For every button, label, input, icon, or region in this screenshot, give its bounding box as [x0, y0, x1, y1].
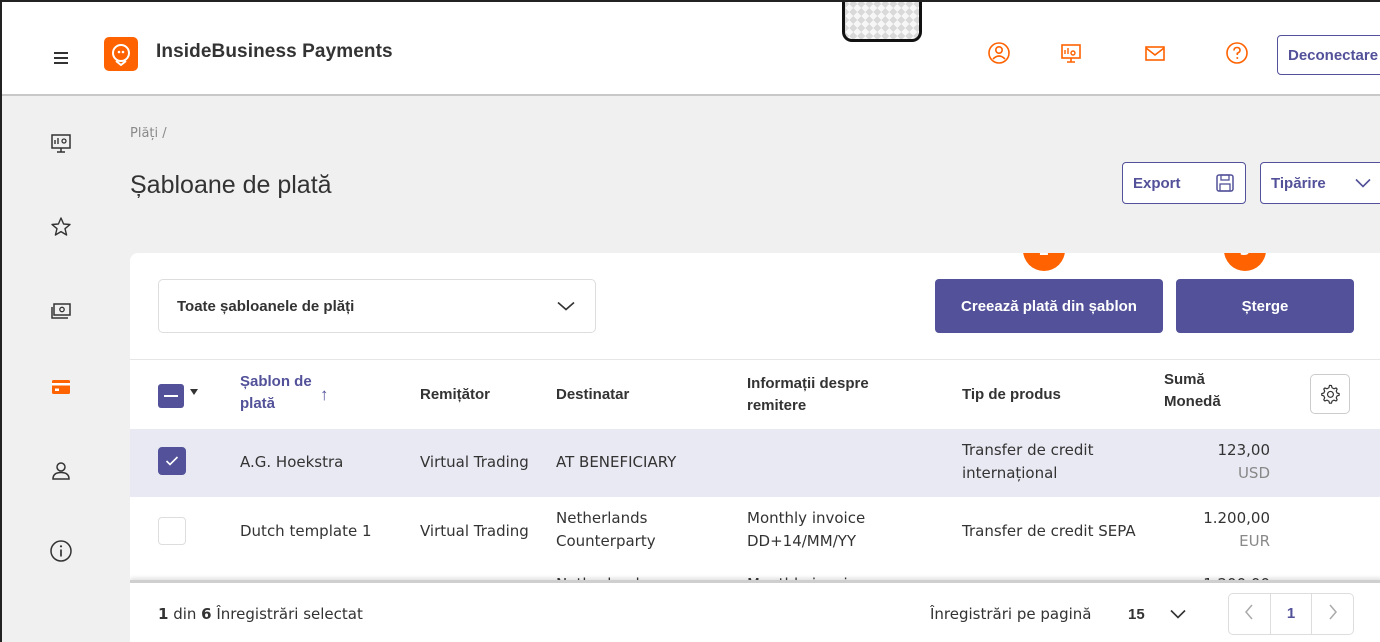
logout-button[interactable]: Deconectare — [1277, 35, 1380, 75]
col-info[interactable]: Informații despre remitere — [747, 373, 869, 417]
print-dropdown[interactable]: Tipărire — [1260, 162, 1380, 204]
app-window: InsideBusiness Payments Deconectare Plăț… — [0, 0, 1380, 642]
table-footer: 1 din 6 Înregistrări selectat Înregistră… — [130, 580, 1380, 642]
page-title: Șabloane de plată — [130, 171, 332, 199]
sidebar — [2, 98, 100, 642]
sort-asc-icon[interactable]: ↑ — [320, 384, 329, 406]
cell-remitter: Virtual Trading — [420, 453, 529, 471]
col-remitter[interactable]: Remițător — [420, 384, 490, 406]
per-page-select[interactable]: 15 — [1114, 595, 1194, 633]
info-icon[interactable] — [48, 538, 74, 564]
prev-page-button[interactable] — [1229, 604, 1270, 624]
chevron-right-icon — [1329, 604, 1337, 620]
filter-value: Toate șabloanele de plăți — [177, 297, 355, 315]
select-all-checkbox[interactable] — [158, 384, 184, 408]
top-bar: InsideBusiness Payments Deconectare — [2, 2, 1380, 96]
cursor-overlay-icon — [842, 2, 922, 42]
table-row[interactable]: A.G. Hoekstra Virtual Trading AT BENEFIC… — [130, 429, 1380, 497]
lion-logo — [104, 37, 138, 71]
per-page-label: Înregistrări pe pagină — [930, 605, 1092, 623]
cell-template: A.G. Hoekstra — [240, 453, 344, 471]
selection-summary: 1 din 6 Înregistrări selectat — [158, 605, 363, 623]
table-row[interactable]: Dutch template 1 Virtual Trading Netherl… — [130, 497, 1380, 565]
mail-icon[interactable] — [1142, 40, 1168, 66]
help-icon[interactable] — [1224, 40, 1250, 66]
gear-icon — [1321, 384, 1340, 404]
menu-icon[interactable] — [54, 52, 68, 67]
cell-recipient: Netherlands Counterparty — [556, 509, 656, 550]
next-page-button[interactable] — [1312, 604, 1353, 624]
col-recipient[interactable]: Destinatar — [556, 384, 629, 406]
user-icon[interactable] — [48, 458, 74, 484]
col-template[interactable]: Șablon de plată — [240, 371, 312, 415]
cell-product: Transfer de credit internațional — [962, 441, 1094, 482]
dashboard-icon[interactable] — [48, 130, 74, 156]
create-payment-from-template-button[interactable]: Creează plată din șablon — [935, 279, 1163, 333]
chevron-down-icon — [557, 301, 575, 311]
chevron-left-icon — [1245, 604, 1253, 620]
payments-icon[interactable] — [48, 298, 74, 324]
check-icon — [165, 456, 179, 466]
templates-card: Toate șabloanele de plăți 2 3 Creează pl… — [130, 253, 1380, 642]
row-checkbox[interactable] — [158, 447, 186, 475]
export-label: Export — [1133, 174, 1181, 192]
chevron-down-icon — [1170, 609, 1186, 619]
cell-info: Monthly invoice DD+14/MM/YY — [747, 509, 866, 550]
cell-amount: 123,00 USD — [1217, 441, 1271, 482]
col-amount[interactable]: Sumă Monedă — [1164, 369, 1221, 413]
cell-template: Dutch template 1 — [240, 522, 372, 540]
caret-down-icon[interactable] — [190, 389, 198, 395]
chevron-down-icon — [1355, 178, 1371, 188]
export-button[interactable]: Export — [1122, 162, 1246, 204]
current-page[interactable]: 1 — [1269, 594, 1313, 634]
cell-remitter: Virtual Trading — [420, 522, 529, 540]
delete-button[interactable]: Șterge — [1176, 279, 1354, 333]
user-icon[interactable] — [986, 40, 1012, 66]
template-filter-select[interactable]: Toate șabloanele de plăți — [158, 279, 596, 333]
table-header: Șablon de plată ↑ Remițător Destinatar I… — [130, 359, 1380, 429]
column-settings-button[interactable] — [1310, 374, 1350, 414]
save-icon — [1216, 174, 1234, 192]
cards-icon[interactable] — [48, 374, 74, 400]
step-badge-3: 3 — [1224, 253, 1266, 271]
cell-amount: 1.200,00 EUR — [1203, 509, 1270, 550]
cell-recipient: AT BENEFICIARY — [556, 453, 677, 471]
print-label: Tipărire — [1271, 174, 1326, 192]
row-checkbox[interactable] — [158, 517, 186, 545]
col-product[interactable]: Tip de produs — [962, 384, 1061, 406]
breadcrumb[interactable]: Plăți / — [130, 126, 167, 141]
dashboard-icon[interactable] — [1058, 40, 1084, 66]
pagination: 1 — [1228, 593, 1354, 635]
per-page-value: 15 — [1128, 605, 1145, 623]
app-title: InsideBusiness Payments — [156, 41, 393, 62]
cell-product: Transfer de credit SEPA — [962, 522, 1136, 540]
favorites-icon[interactable] — [48, 214, 74, 240]
step-badge-2: 2 — [1023, 253, 1065, 271]
